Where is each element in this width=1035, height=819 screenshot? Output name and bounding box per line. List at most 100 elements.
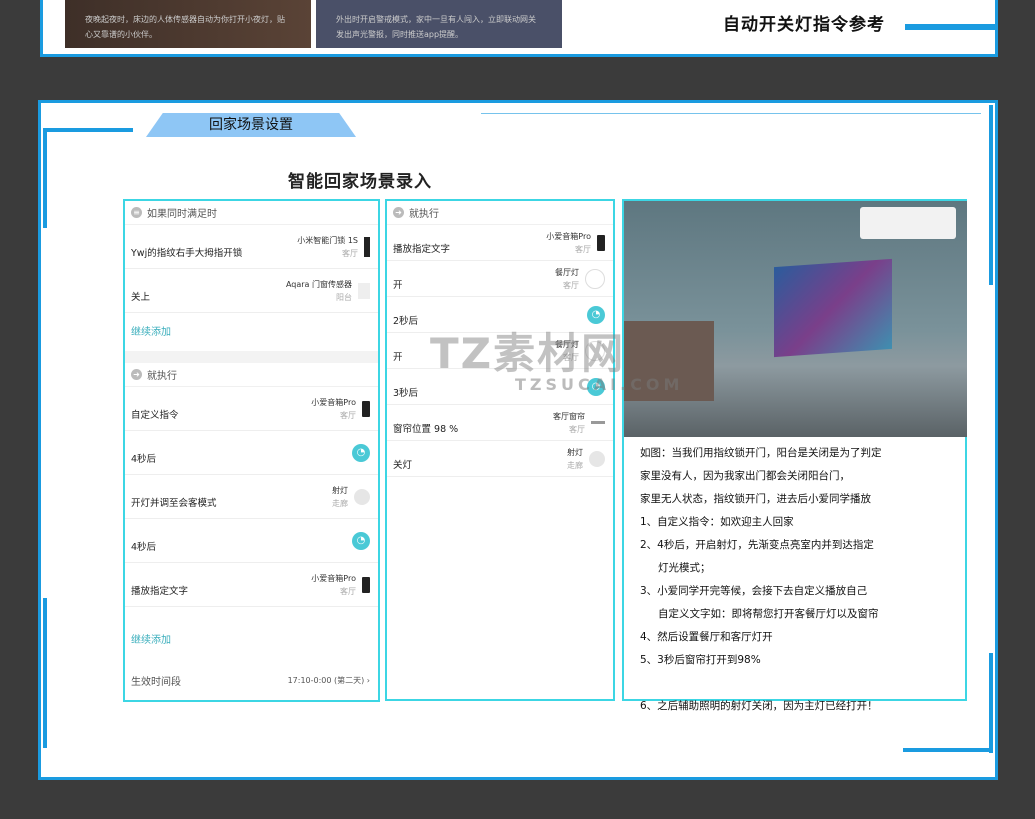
- room-name: 阳台: [336, 292, 352, 302]
- action-row[interactable]: 自定义指令 小爱音箱Pro 客厅: [125, 387, 378, 431]
- add-condition-link[interactable]: 继续添加: [125, 313, 378, 351]
- curtain-icon: [591, 421, 605, 424]
- condition-panel: ≡ 如果同时满足时 Ywj的指纹右手大拇指开锁 小米智能门锁 1S 客厅 关上 Aqara…: [123, 199, 380, 702]
- row-label: 窗帘位置 98 %: [393, 423, 459, 435]
- bulb-icon: [354, 488, 370, 505]
- room-name: 客厅: [575, 244, 591, 254]
- explanation-panel: 如图：当我们用指纹锁开门，阳台是关闭是为了判定 家里没有人，因为我家出门都会关闭阳…: [622, 199, 967, 712]
- row-label: 3秒后: [393, 387, 419, 399]
- row-label: 开: [393, 279, 403, 291]
- air-conditioner: [860, 207, 956, 239]
- decor-line: [43, 128, 133, 132]
- text-line: 灯光模式；: [658, 562, 711, 574]
- device-name: 小米智能门锁 1S: [297, 235, 358, 245]
- text-line: 3、小爱同学开完等候，会接下去自定义播放自己: [640, 585, 868, 597]
- section-title: 自动开关灯指令参考: [723, 15, 885, 35]
- row-label: 关灯: [393, 459, 413, 471]
- if-header: ≡ 如果同时满足时: [125, 201, 378, 225]
- action-row[interactable]: 窗帘位置 98 % 客厅窗帘客厅: [387, 405, 613, 441]
- alarm-card: 外出时开启警戒模式，家中一旦有人闯入，立即联动网关发出声光警报，同时推送app提…: [316, 0, 562, 48]
- action-row[interactable]: 关灯 射灯走廊: [387, 441, 613, 477]
- night-light-card: 夜晚起夜时，床边的人体传感器自动为你打开小夜灯，贴心又靠谱的小伙伴。: [65, 0, 311, 48]
- period-row[interactable]: 生效时间段 17:10-0:00 (第二天) ›: [125, 663, 378, 697]
- room-name: 客厅: [340, 410, 356, 420]
- device-name: 小爱音箱Pro: [311, 397, 356, 407]
- divider: [125, 351, 378, 363]
- card-text: 外出时开启警戒模式，家中一旦有人闯入，立即联动网关发出声光警报，同时推送app提…: [336, 15, 536, 39]
- explanation-text: 如图：当我们用指纹锁开门，阳台是关闭是为了判定 家里没有人，因为我家出门都会关闭阳…: [624, 437, 965, 723]
- row-label: 关上: [131, 291, 151, 303]
- room-name: 客厅: [563, 280, 579, 290]
- text-line: 1、自定义指令：如欢迎主人回家: [640, 516, 794, 528]
- action-row[interactable]: 开灯并调至会客模式 射灯走廊: [125, 475, 378, 519]
- text-line: 自定义文字如：即将帮您打开客餐厅灯以及窗帘: [658, 608, 879, 620]
- action-row[interactable]: Ywj的指纹右手大拇指开锁 小米智能门锁 1S 客厅: [125, 225, 378, 269]
- add-action-link[interactable]: 继续添加: [125, 607, 378, 663]
- row-label: 自定义指令: [131, 409, 179, 421]
- text-line: 家里无人状态，指纹锁开门，进去后小爱同学播放: [640, 493, 871, 505]
- room-name: 客厅: [340, 586, 356, 596]
- section-tab: 回家场景设置: [146, 113, 356, 137]
- header-label: 就执行: [147, 371, 177, 382]
- room-name: 客厅: [342, 248, 358, 258]
- row-label: 开灯并调至会客模式: [131, 497, 217, 509]
- arrow-right-icon: ➜: [131, 369, 142, 380]
- action-row[interactable]: 播放指定文字 小爱音箱Pro 客厅: [125, 563, 378, 607]
- condition-list: Ywj的指纹右手大拇指开锁 小米智能门锁 1S 客厅关上 Aqara 门窗传感器 阳台: [125, 225, 378, 313]
- row-label: 4秒后: [131, 541, 157, 553]
- decor-bar: [905, 24, 995, 30]
- text-line: 家里没有人，因为我家出门都会关闭阳台门，: [640, 470, 850, 482]
- row-label: 2秒后: [393, 315, 419, 327]
- row-label: 播放指定文字: [131, 585, 189, 597]
- text-line: 4、然后设置餐厅和客厅灯开: [640, 631, 773, 643]
- top-panel: 夜晚起夜时，床边的人体传感器自动为你打开小夜灯，贴心又靠谱的小伙伴。 外出时开启…: [40, 0, 998, 57]
- timer-icon: ◔: [352, 531, 370, 550]
- arrow-right-icon: ➜: [393, 207, 404, 218]
- living-room-photo: [624, 201, 967, 437]
- header-label: 如果同时满足时: [147, 209, 217, 220]
- row-label: 播放指定文字: [393, 243, 451, 255]
- action-row[interactable]: 4秒后 ◔: [125, 519, 378, 563]
- room-name: 走廊: [332, 498, 348, 508]
- watermark-url: TZSUCAI.COM: [515, 375, 684, 394]
- speaker-icon: [362, 400, 370, 417]
- speaker-icon: [362, 576, 370, 593]
- tv-screen: [774, 258, 892, 358]
- speaker-icon: [597, 234, 605, 251]
- text-line: 6、之后辅助照明的射灯关闭，因为主灯已经打开！: [640, 700, 878, 712]
- text-line: [640, 672, 949, 695]
- lock-icon: [364, 236, 370, 257]
- header-label: 就执行: [409, 209, 439, 220]
- device-name: 射灯: [332, 485, 348, 495]
- action-row[interactable]: 播放指定文字 小爱音箱Pro 客厅: [387, 225, 613, 261]
- decor-line: [43, 598, 47, 748]
- room-name: 客厅: [569, 424, 585, 434]
- sensor-icon: [358, 282, 370, 299]
- device-name: 餐厅灯: [555, 267, 579, 277]
- decor-line: [989, 105, 993, 285]
- lamp-icon: [585, 268, 605, 289]
- action-panel: ➜ 就执行 播放指定文字 小爱音箱Pro 客厅开餐厅灯 客厅 2秒后 ◔ 开餐厅灯 客厅 3秒后 ◔…: [385, 199, 615, 701]
- then-header: ➜ 就执行: [387, 201, 613, 225]
- device-name: 小爱音箱Pro: [546, 231, 591, 241]
- row-label: Ywj的指纹右手大拇指开锁: [131, 247, 243, 259]
- decor-line: [903, 748, 993, 752]
- list-icon: ≡: [131, 207, 142, 218]
- action-list: 自定义指令 小爱音箱Pro 客厅 4秒后 ◔ 开灯并调至会客模式 射灯 走廊 4秒后 ◔ 播放指定文…: [125, 387, 378, 607]
- period-label: 生效时间段: [131, 676, 181, 688]
- action-row[interactable]: 开 餐厅灯客厅: [387, 261, 613, 297]
- period-value: 17:10-0:00 (第二天) ›: [287, 675, 370, 685]
- action-row[interactable]: 4秒后 ◔: [125, 431, 378, 475]
- device-name: 客厅窗帘: [553, 411, 585, 421]
- row-label: 4秒后: [131, 453, 157, 465]
- decor-line: [481, 113, 981, 114]
- action-row[interactable]: 关上 Aqara 门窗传感器 阳台: [125, 269, 378, 313]
- watermark: TZ素材网: [430, 329, 626, 378]
- text-line: 如图：当我们用指纹锁开门，阳台是关闭是为了判定: [640, 447, 882, 459]
- card-text: 夜晚起夜时，床边的人体传感器自动为你打开小夜灯，贴心又靠谱的小伙伴。: [85, 15, 285, 39]
- device-name: 小爱音箱Pro: [311, 573, 356, 583]
- text-line: 2、4秒后，开启射灯，先渐变点亮室内并到达指定: [640, 539, 874, 551]
- device-name: 射灯: [567, 447, 583, 457]
- text-line: 5、3秒后窗帘打开到98%: [640, 654, 761, 666]
- room-name: 走廊: [567, 460, 583, 470]
